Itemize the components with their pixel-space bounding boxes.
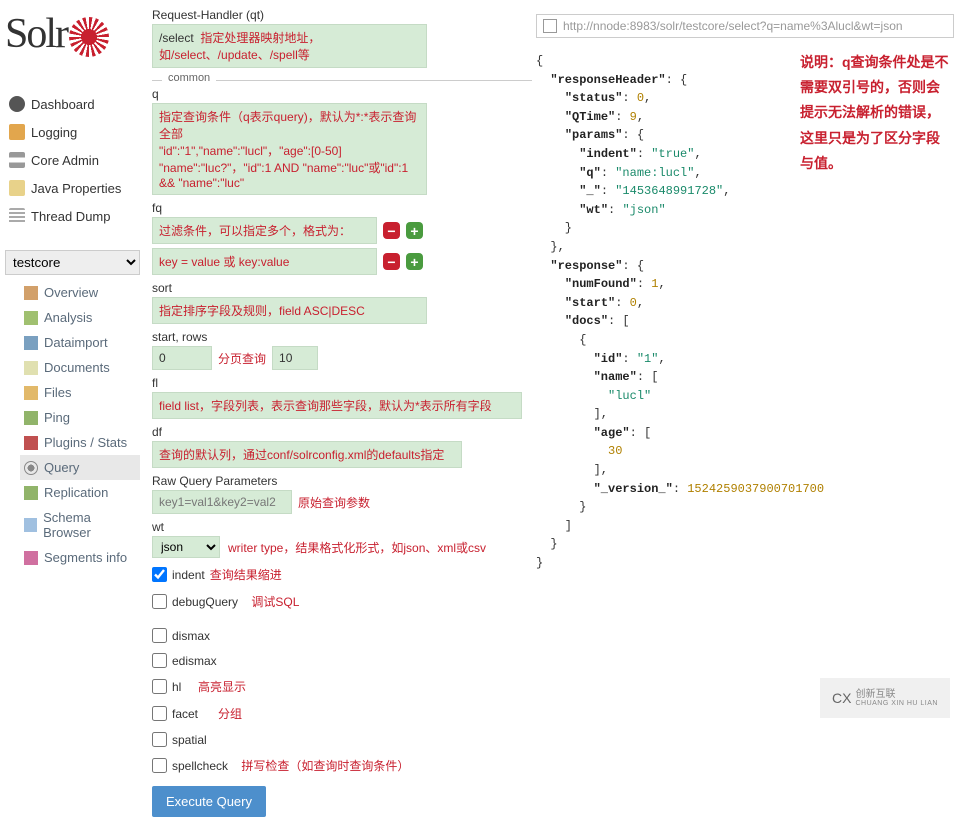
sort-label: sort xyxy=(152,281,532,295)
schema-icon xyxy=(24,518,37,532)
home-icon xyxy=(24,286,38,300)
sun-icon xyxy=(71,19,107,55)
nav-coreadmin[interactable]: Core Admin xyxy=(5,146,140,174)
q-label: q xyxy=(152,87,532,101)
result-url[interactable]: http://nnode:8983/solr/testcore/select?q… xyxy=(536,14,954,38)
debug-check[interactable]: debugQuery 调试SQL xyxy=(152,591,532,612)
query-form: Request-Handler (qt) /select 指定处理器映射地址，如… xyxy=(152,2,532,817)
hl-check[interactable]: hl 高亮显示 xyxy=(152,676,532,697)
db-icon xyxy=(24,336,38,350)
fq-label: fq xyxy=(152,201,532,215)
nav-dashboard[interactable]: Dashboard xyxy=(5,90,140,118)
sub-ping[interactable]: Ping xyxy=(20,405,140,430)
raw-annot: 原始查询参数 xyxy=(298,494,370,511)
start-input[interactable] xyxy=(152,346,212,370)
df-input[interactable]: 查询的默认列，通过conf/solrconfig.xml的defaults指定 xyxy=(152,441,462,468)
indent-check[interactable]: indent查询结果缩进 xyxy=(152,564,532,585)
sub-segments[interactable]: Segments info xyxy=(20,545,140,570)
fq-remove-button-2[interactable]: − xyxy=(383,253,400,270)
folder-icon xyxy=(24,386,38,400)
rh-label: Request-Handler (qt) xyxy=(152,8,532,22)
sub-query[interactable]: Query xyxy=(20,455,140,480)
startrows-label: start, rows xyxy=(152,330,532,344)
rows-input[interactable] xyxy=(272,346,318,370)
threads-icon xyxy=(9,208,25,224)
solr-logo: Solr xyxy=(5,10,107,58)
wt-label: wt xyxy=(152,520,532,534)
book-icon xyxy=(9,124,25,140)
nav-logging[interactable]: Logging xyxy=(5,118,140,146)
fl-input[interactable]: field list，字段列表，表示查询那些字段，默认为*表示所有字段 xyxy=(152,392,522,419)
jar-icon xyxy=(9,180,25,196)
fq-remove-button[interactable]: − xyxy=(383,222,400,239)
sync-icon xyxy=(24,486,38,500)
dismax-check[interactable]: dismax xyxy=(152,626,532,645)
q-input[interactable]: 指定查询条件（q表示query)，默认为*:*表示查询全部 "id":"1","… xyxy=(152,103,427,195)
link-icon xyxy=(543,19,557,33)
plug-icon xyxy=(24,436,38,450)
fq-add-button-2[interactable]: + xyxy=(406,253,423,270)
main-nav: Dashboard Logging Core Admin Java Proper… xyxy=(5,90,140,230)
sub-overview[interactable]: Overview xyxy=(20,280,140,305)
execute-query-button[interactable]: Execute Query xyxy=(152,786,266,817)
gauge-icon xyxy=(9,96,25,112)
sub-dataimport[interactable]: Dataimport xyxy=(20,330,140,355)
sub-plugins[interactable]: Plugins / Stats xyxy=(20,430,140,455)
edismax-check[interactable]: edismax xyxy=(152,651,532,670)
core-select[interactable]: testcore xyxy=(5,250,140,275)
sub-analysis[interactable]: Analysis xyxy=(20,305,140,330)
spatial-check[interactable]: spatial xyxy=(152,730,532,749)
raw-label: Raw Query Parameters xyxy=(152,474,532,488)
sub-schema[interactable]: Schema Browser xyxy=(20,505,140,545)
df-label: df xyxy=(152,425,532,439)
stack-icon xyxy=(9,152,25,168)
sub-replication[interactable]: Replication xyxy=(20,480,140,505)
facet-check[interactable]: facet 分组 xyxy=(152,703,532,724)
flask-icon xyxy=(24,311,38,325)
spellcheck-check[interactable]: spellcheck 拼写检查（如查询时查询条件） xyxy=(152,755,532,776)
sub-files[interactable]: Files xyxy=(20,380,140,405)
nav-javaprops[interactable]: Java Properties xyxy=(5,174,140,202)
raw-input[interactable]: key1=val1&key2=val2 xyxy=(152,490,292,514)
fq-add-button[interactable]: + xyxy=(406,222,423,239)
fq-input-1[interactable]: 过滤条件，可以指定多个，格式为： xyxy=(152,217,377,244)
fl-label: fl xyxy=(152,376,532,390)
common-label: common xyxy=(162,72,216,84)
sort-input[interactable]: 指定排序字段及规则，field ASC|DESC xyxy=(152,297,427,324)
sub-documents[interactable]: Documents xyxy=(20,355,140,380)
explanation-note: 说明：q查询条件处是不需要双引号的，否则会提示无法解析的错误，这里只是为了区分字… xyxy=(800,50,950,176)
magnify-icon xyxy=(24,461,38,475)
start-annot: 分页查询 xyxy=(218,350,266,367)
rh-input[interactable]: /select 指定处理器映射地址，如/select、/update、/spel… xyxy=(152,24,427,68)
core-selector[interactable]: testcore xyxy=(5,250,140,275)
wt-annot: writer type，结果格式化形式，如json、xml或csv xyxy=(186,539,486,556)
bars-icon xyxy=(24,551,38,565)
doc-icon xyxy=(24,361,38,375)
core-subnav: Overview Analysis Dataimport Documents F… xyxy=(20,280,140,570)
footer-logo: CX 创新互联CHUANG XIN HU LIAN xyxy=(820,678,950,718)
fq-input-2[interactable]: key = value 或 key:value xyxy=(152,248,377,275)
ping-icon xyxy=(24,411,38,425)
nav-threaddump[interactable]: Thread Dump xyxy=(5,202,140,230)
